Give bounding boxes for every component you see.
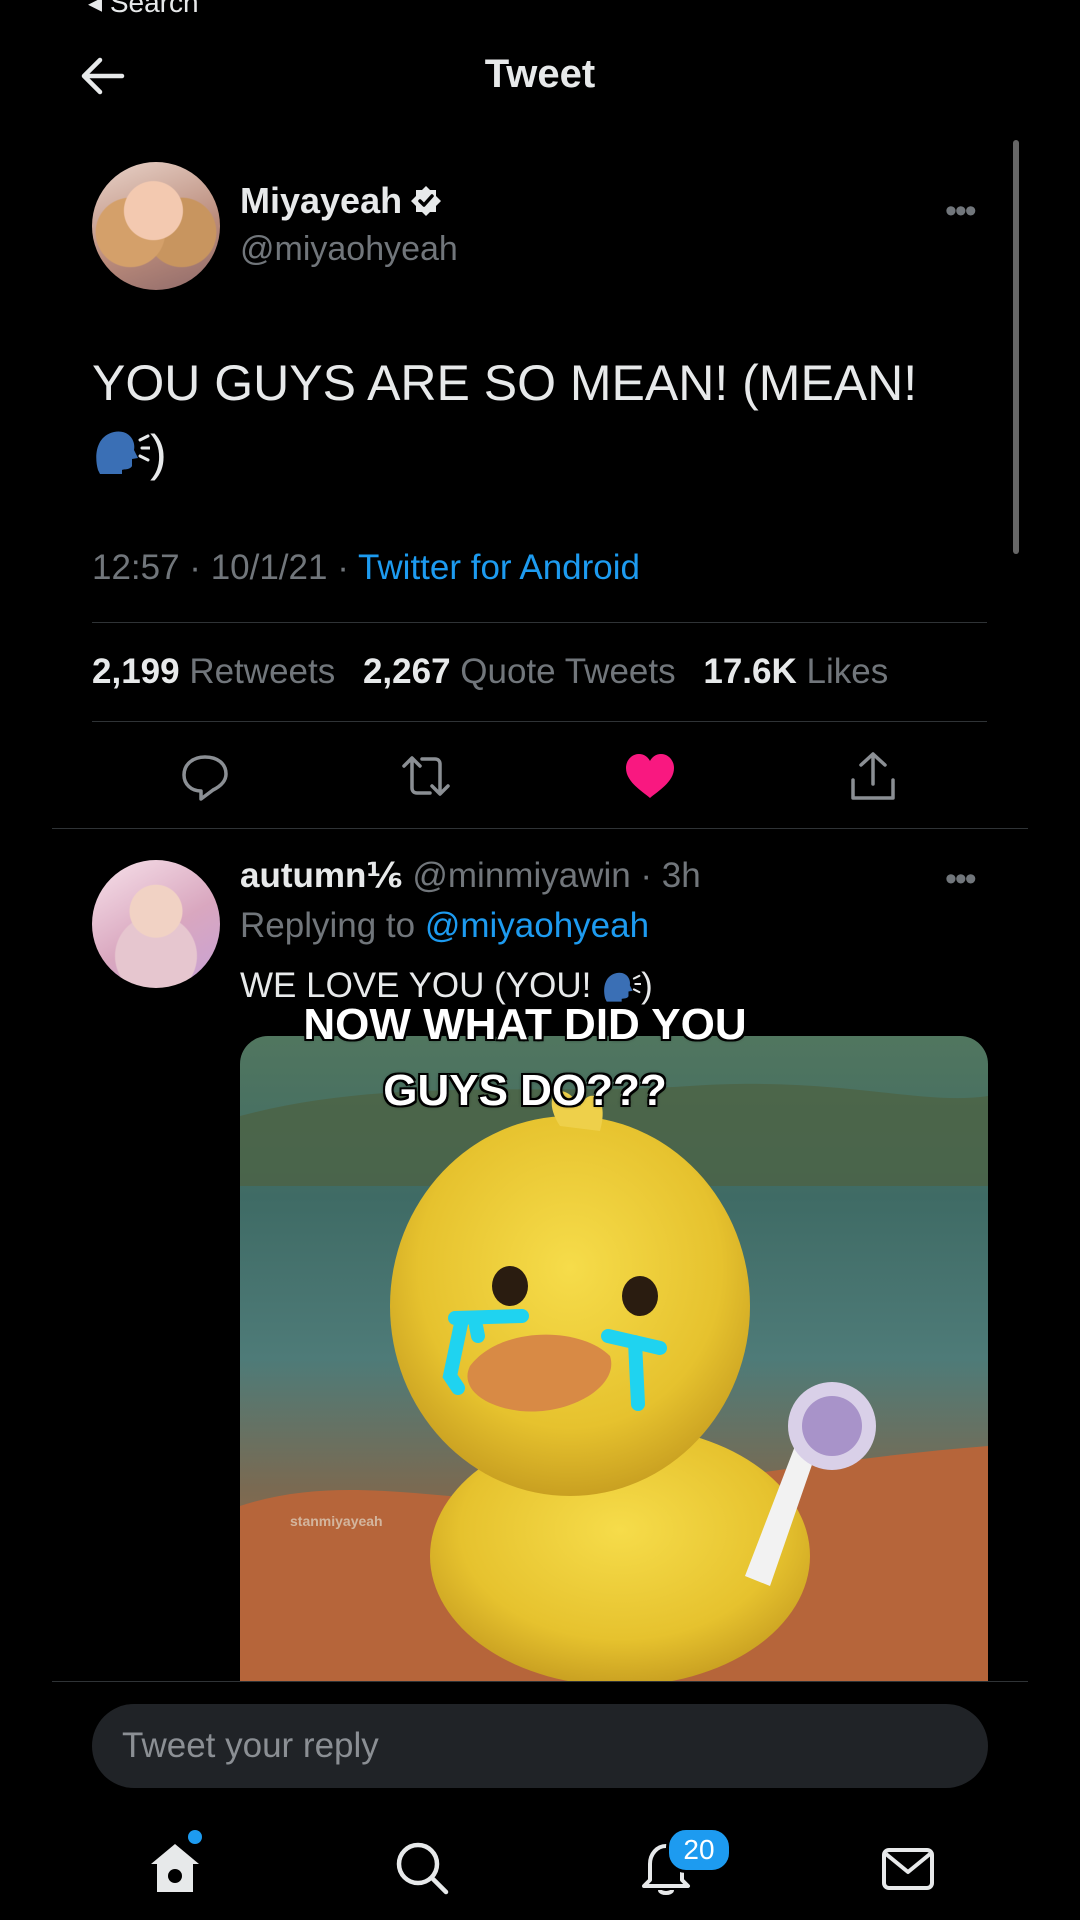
tweet-source-link[interactable]: Twitter for Android [358, 548, 640, 587]
reply-more-options-icon[interactable]: ••• [945, 860, 977, 899]
speaking-head-emoji-icon [92, 424, 152, 494]
tweet-timestamp: 12:57 · 10/1/21 · [92, 548, 358, 587]
reply-author-handle[interactable]: @minmiyawin [412, 856, 630, 895]
caption-line-1: NOW WHAT DID YOU [303, 1000, 747, 1049]
likes-label: Likes [806, 652, 889, 691]
tweet-text-end: ) [150, 425, 167, 481]
author-handle[interactable]: @miyaohyeah [240, 230, 458, 269]
divider [52, 1681, 1028, 1682]
tweet-text-main: YOU GUYS ARE SO MEAN! (MEAN! [92, 355, 918, 411]
author-avatar[interactable] [92, 162, 220, 290]
author-name[interactable]: Miyayeah [240, 180, 402, 221]
author-name-row[interactable]: Miyayeah [240, 180, 442, 222]
retweets-stat[interactable]: 2,199 Retweets [92, 652, 335, 691]
reply-author-avatar[interactable] [92, 860, 220, 988]
replying-prefix: Replying to [240, 906, 425, 945]
retweet-icon[interactable] [398, 748, 454, 804]
more-options-icon[interactable]: ••• [945, 192, 977, 231]
reply-header: autumn⅙ @minmiyawin · 3h [240, 856, 701, 896]
reply-icon[interactable] [177, 748, 233, 804]
divider [52, 828, 1028, 829]
replying-to: Replying to @miyaohyeah [240, 906, 649, 946]
quote-tweets-label: Quote Tweets [460, 652, 676, 691]
page-title: Tweet [484, 52, 596, 96]
tweet-text: YOU GUYS ARE SO MEAN! (MEAN! ) [92, 348, 972, 494]
reply-media-image[interactable]: stanmiyayeah [240, 1036, 988, 1682]
notifications-badge: 20 [666, 1827, 732, 1873]
share-icon[interactable] [845, 748, 901, 804]
replying-handle-link[interactable]: @miyaohyeah [425, 906, 649, 945]
quote-tweets-stat[interactable]: 2,267 Quote Tweets [363, 652, 676, 691]
tweet-stats: 2,199 Retweets 2,267 Quote Tweets 17.6K … [92, 652, 906, 692]
messages-icon[interactable] [878, 1838, 938, 1898]
video-caption-overlay: NOW WHAT DID YOU GUYS DO??? [0, 992, 1050, 1124]
likes-count: 17.6K [703, 652, 797, 691]
caption-line-2: GUYS DO??? [383, 1066, 667, 1115]
retweets-count: 2,199 [92, 652, 180, 691]
status-back-link[interactable]: ◂ Search [88, 0, 199, 19]
divider [92, 622, 987, 623]
verified-badge-icon [410, 184, 442, 216]
scrollbar[interactable] [1013, 140, 1019, 554]
divider [92, 721, 987, 722]
media-watermark: stanmiyayeah [290, 1513, 383, 1529]
reply-author-name[interactable]: autumn⅙ [240, 856, 403, 895]
reply-age: · 3h [630, 856, 701, 895]
likes-stat[interactable]: 17.6K Likes [703, 652, 888, 691]
retweets-label: Retweets [189, 652, 336, 691]
like-heart-icon[interactable] [622, 748, 678, 804]
home-unread-dot [188, 1830, 202, 1844]
search-icon[interactable] [392, 1838, 452, 1898]
home-icon[interactable] [145, 1838, 205, 1898]
reply-input[interactable] [92, 1704, 988, 1788]
quote-tweets-count: 2,267 [362, 652, 451, 691]
tweet-meta: 12:57 · 10/1/21 · Twitter for Android [92, 548, 640, 588]
